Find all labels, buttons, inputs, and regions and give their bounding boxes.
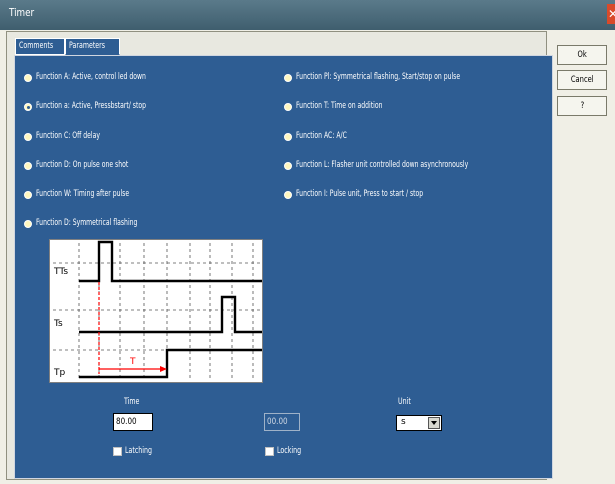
radio-button-selected[interactable] xyxy=(24,103,32,111)
time-label: Time xyxy=(124,397,140,407)
unit-label: Unit xyxy=(398,397,411,407)
radio-button[interactable] xyxy=(284,74,292,82)
signal-label-tp: Tp xyxy=(53,368,65,378)
timing-diagram: TTs Ts Tp T xyxy=(49,239,263,383)
radio-button[interactable] xyxy=(284,103,292,111)
timing-diagram-graphic: TTs Ts Tp T xyxy=(53,240,262,380)
signal-trace-tts xyxy=(79,240,262,283)
tab-comments[interactable]: Comments xyxy=(15,38,65,55)
time-input[interactable]: 80.00 xyxy=(113,413,153,431)
close-icon: ✕ xyxy=(608,7,615,21)
radio-button[interactable] xyxy=(284,162,292,170)
radio-button[interactable] xyxy=(284,133,292,141)
unit-select[interactable]: s xyxy=(396,415,442,431)
signal-label-ts: Ts xyxy=(53,319,63,329)
tab-parameters[interactable]: Parameters xyxy=(65,38,120,55)
radio-button[interactable] xyxy=(24,220,32,228)
radio-button[interactable] xyxy=(284,191,292,199)
radio-button[interactable] xyxy=(24,74,32,82)
timer-dialog: Timer ✕ Comments Parameters Function A: … xyxy=(0,0,615,484)
radio-button[interactable] xyxy=(24,191,32,199)
signal-trace-ts xyxy=(79,295,262,334)
ok-button[interactable]: Ok xyxy=(557,45,607,65)
window-title: Timer xyxy=(9,6,35,19)
cancel-button[interactable]: Cancel xyxy=(557,70,607,90)
checkbox-box[interactable] xyxy=(113,447,122,456)
time-input-disabled: 00.00 xyxy=(264,413,300,431)
signal-trace-tp xyxy=(79,348,262,379)
chevron-down-icon[interactable] xyxy=(428,417,440,429)
help-button[interactable]: ? xyxy=(557,96,607,116)
title-bar: Timer ✕ xyxy=(0,0,615,30)
checkbox-box[interactable] xyxy=(265,447,274,456)
radio-button[interactable] xyxy=(24,133,32,141)
time-marker-label: T xyxy=(129,357,136,367)
diagram-grid xyxy=(53,243,260,380)
close-button[interactable]: ✕ xyxy=(607,4,615,24)
signal-label-tts: TTs xyxy=(53,267,68,277)
radio-button[interactable] xyxy=(24,162,32,170)
